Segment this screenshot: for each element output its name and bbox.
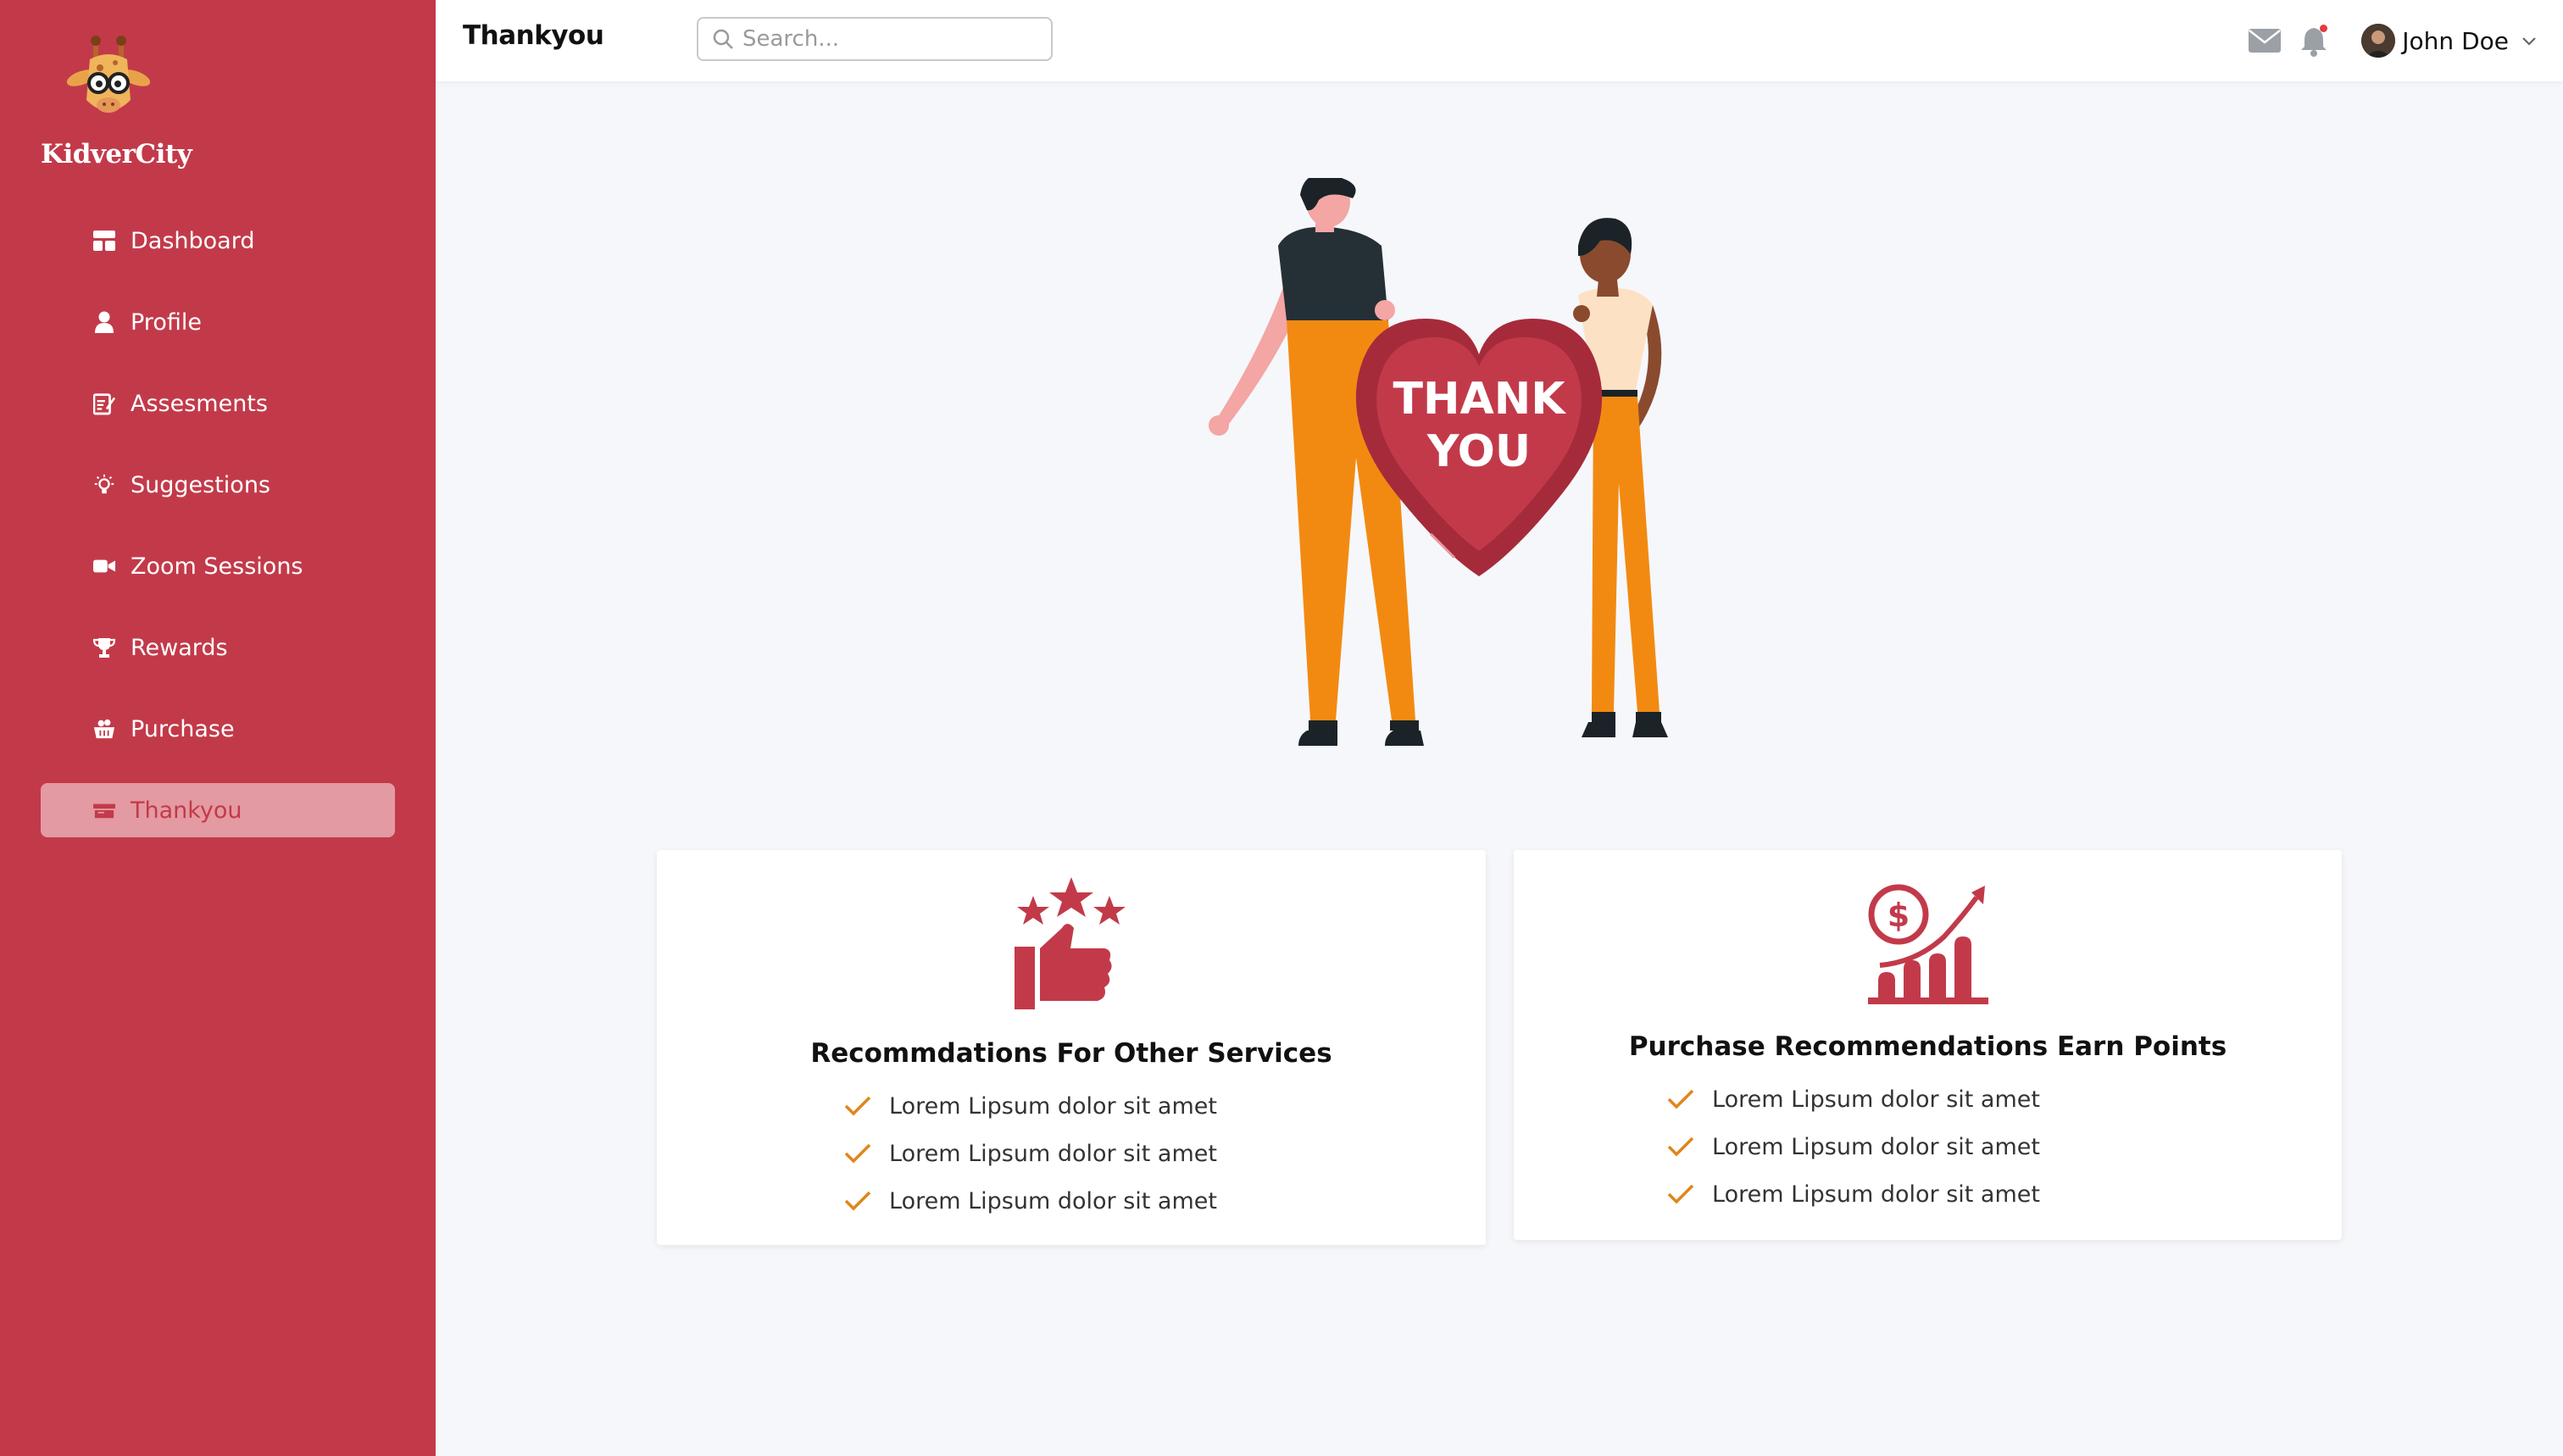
search-icon — [713, 29, 733, 49]
sidebar-item-label: Thankyou — [131, 797, 242, 824]
top-bar: Thankyou John Doe — [436, 0, 2563, 81]
card-title: Recommdations For Other Services — [810, 1038, 1332, 1069]
heart-text-line1: THANK — [1393, 374, 1566, 425]
sidebar-item-label: Purchase — [131, 715, 235, 742]
avatar[interactable] — [2361, 24, 2396, 58]
check-icon — [1667, 1136, 1694, 1157]
list-item-text: Lorem Lipsum dolor sit amet — [889, 1187, 1217, 1214]
list-item-text: Lorem Lipsum dolor sit amet — [1712, 1181, 2040, 1208]
assessment-icon — [93, 392, 115, 415]
sidebar: KidverCity Dashboard Profile Assesments … — [0, 0, 436, 1456]
list-item: Lorem Lipsum dolor sit amet — [1666, 1170, 2040, 1218]
list-item: Lorem Lipsum dolor sit amet — [843, 1082, 1217, 1130]
giraffe-logo-icon — [66, 36, 151, 113]
check-icon — [844, 1096, 871, 1116]
sidebar-item-label: Suggestions — [131, 471, 270, 498]
user-icon — [93, 311, 115, 333]
sidebar-item-label: Profile — [131, 308, 202, 336]
thumbs-up-stars-icon — [1015, 877, 1126, 1009]
list-item-text: Lorem Lipsum dolor sit amet — [1712, 1133, 2040, 1160]
lightbulb-icon — [93, 474, 115, 496]
top-right-controls: John Doe — [2248, 20, 2538, 61]
list-item-text: Lorem Lipsum dolor sit amet — [1712, 1086, 2040, 1113]
sidebar-item-zoom-sessions[interactable]: Zoom Sessions — [41, 539, 395, 593]
recommendations-card: Recommdations For Other Services Lorem L… — [657, 850, 1486, 1245]
sidebar-item-assesments[interactable]: Assesments — [41, 376, 395, 431]
basket-icon — [93, 718, 115, 740]
heart-text-line2: YOU — [1426, 426, 1531, 477]
sidebar-item-suggestions[interactable]: Suggestions — [41, 458, 395, 512]
video-icon — [93, 555, 115, 577]
sidebar-item-purchase[interactable]: Purchase — [41, 702, 395, 756]
user-name[interactable]: John Doe — [2402, 27, 2509, 55]
dollar-growth-chart-icon: $ — [1867, 884, 1988, 1004]
chevron-down-icon[interactable] — [2521, 35, 2538, 47]
thank-you-illustration: THANK YOU — [1209, 178, 1668, 746]
dashboard-icon — [93, 230, 115, 252]
check-icon — [1667, 1184, 1694, 1204]
search-input[interactable] — [742, 26, 1031, 52]
page-title: Thankyou — [463, 20, 604, 51]
sidebar-item-rewards[interactable]: Rewards — [41, 620, 395, 675]
list-item: Lorem Lipsum dolor sit amet — [843, 1130, 1217, 1177]
sidebar-item-thankyou[interactable]: Thankyou — [41, 783, 395, 837]
sidebar-item-label: Rewards — [131, 634, 228, 661]
card-title: Purchase Recommendations Earn Points — [1628, 1031, 2227, 1062]
purchase-points-card: $ Purchase Recommendations Earn Points L… — [1514, 850, 2342, 1240]
check-icon — [1667, 1089, 1694, 1109]
list-item: Lorem Lipsum dolor sit amet — [1666, 1075, 2040, 1123]
woman-figure — [1578, 218, 1668, 737]
sidebar-item-label: Assesments — [131, 390, 268, 417]
trophy-icon — [93, 636, 115, 659]
sidebar-item-profile[interactable]: Profile — [41, 295, 395, 349]
list-item: Lorem Lipsum dolor sit amet — [1666, 1123, 2040, 1170]
card-list: Lorem Lipsum dolor sit amet Lorem Lipsum… — [1666, 1075, 2040, 1218]
brand-name: KidverCity — [41, 139, 192, 169]
list-item: Lorem Lipsum dolor sit amet — [843, 1177, 1217, 1225]
svg-text:$: $ — [1887, 897, 1909, 934]
search-box[interactable] — [697, 17, 1053, 61]
check-icon — [844, 1143, 871, 1164]
card-list: Lorem Lipsum dolor sit amet Lorem Lipsum… — [843, 1082, 1217, 1225]
list-item-text: Lorem Lipsum dolor sit amet — [889, 1140, 1217, 1167]
notifications-button[interactable] — [2299, 25, 2329, 57]
sidebar-item-label: Zoom Sessions — [131, 553, 303, 580]
mail-icon[interactable] — [2248, 28, 2282, 53]
list-item-text: Lorem Lipsum dolor sit amet — [889, 1092, 1217, 1120]
sidebar-item-label: Dashboard — [131, 227, 255, 254]
sidebar-nav: Dashboard Profile Assesments Suggestions… — [41, 214, 395, 864]
sidebar-item-dashboard[interactable]: Dashboard — [41, 214, 395, 268]
check-icon — [844, 1191, 871, 1211]
thankyou-icon — [93, 799, 115, 821]
